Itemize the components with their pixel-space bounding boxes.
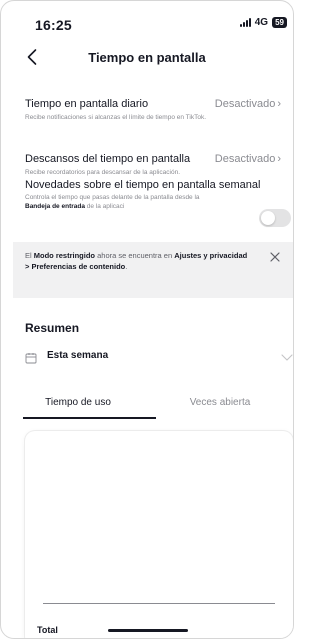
total-label: Total bbox=[37, 625, 58, 635]
page-title: Tiempo en pantalla bbox=[88, 50, 206, 65]
weekly-update-toggle[interactable] bbox=[259, 209, 291, 227]
restricted-mode-notice: El Modo restringido ahora se encuentra e… bbox=[13, 242, 293, 298]
setting-weekly-update: Novedades sobre el tiempo en pantalla se… bbox=[25, 179, 293, 227]
summary-tabs: Tiempo de uso Veces abierta bbox=[13, 393, 293, 419]
network-type: 4G bbox=[254, 17, 269, 28]
notice-text: . bbox=[125, 262, 128, 271]
chevron-right-icon: › bbox=[277, 153, 281, 165]
signal-icon bbox=[239, 18, 251, 27]
nav-header: Tiempo en pantalla bbox=[1, 45, 293, 73]
setting-subtitle: Controla el tiempo que pasas delante de … bbox=[25, 194, 225, 211]
subtitle-text: Controla el tiempo que pasas delante de … bbox=[25, 194, 200, 201]
battery-icon: 59 bbox=[272, 17, 287, 28]
notice-text: ahora se encuentra en bbox=[95, 251, 175, 260]
close-icon[interactable] bbox=[269, 251, 281, 263]
setting-subtitle: Recibe notificaciones si alcanzas el lím… bbox=[25, 114, 207, 121]
notice-text: El bbox=[25, 251, 34, 260]
setting-screen-time-breaks[interactable]: Descansos del tiempo en pantalla Desacti… bbox=[25, 152, 293, 177]
status-indicators: 4G 59 bbox=[239, 17, 287, 28]
subtitle-bold: Bandeja de entrada bbox=[25, 202, 85, 210]
status-time: 16:25 bbox=[35, 17, 72, 33]
usage-chart-card: Total bbox=[25, 431, 293, 638]
setting-subtitle: Recibe recordatorios para descansar de l… bbox=[25, 169, 181, 176]
status-bar: 16:25 4G 59 bbox=[1, 1, 293, 41]
setting-value-text: Desactivado bbox=[214, 98, 276, 110]
chevron-down-icon bbox=[281, 354, 293, 361]
setting-value-text: Desactivado bbox=[214, 153, 276, 165]
home-indicator[interactable] bbox=[108, 629, 188, 632]
chevron-right-icon: › bbox=[277, 98, 281, 110]
tab-usage-time[interactable]: Tiempo de uso bbox=[13, 393, 143, 413]
setting-daily-screen-time[interactable]: Tiempo en pantalla diario Desactivado › R… bbox=[25, 97, 293, 122]
setting-title: Novedades sobre el tiempo en pantalla se… bbox=[25, 179, 261, 191]
chart-baseline bbox=[43, 603, 275, 604]
screen: 16:25 4G 59 Tiempo en pantalla Tiempo en… bbox=[0, 0, 294, 639]
subtitle-text-end: de la aplicaci bbox=[84, 202, 125, 210]
tab-times-opened[interactable]: Veces abierta bbox=[155, 393, 285, 413]
setting-value: Desactivado › bbox=[215, 152, 281, 166]
setting-value: Desactivado › bbox=[215, 97, 281, 111]
active-tab-indicator bbox=[23, 417, 156, 419]
toggle-knob bbox=[261, 211, 275, 225]
notice-bold: Modo restringido bbox=[33, 251, 96, 260]
summary-title: Resumen bbox=[25, 321, 80, 335]
period-label: Esta semana bbox=[47, 350, 109, 361]
calendar-icon bbox=[25, 353, 37, 364]
period-selector[interactable]: Esta semana bbox=[25, 348, 293, 370]
